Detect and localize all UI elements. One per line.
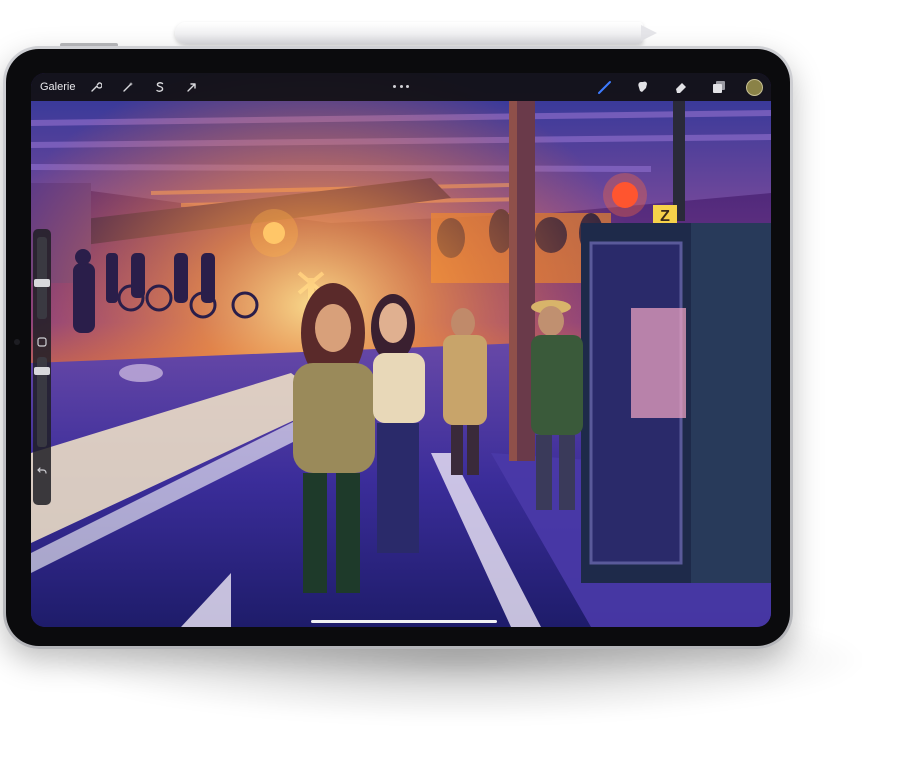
selection-icon[interactable]	[149, 76, 171, 98]
apple-pencil	[175, 22, 657, 44]
top-toolbar: Galerie	[31, 73, 771, 101]
brush-size-thumb[interactable]	[34, 279, 50, 287]
left-sidebar	[33, 229, 51, 505]
wrench-icon[interactable]	[85, 76, 107, 98]
sign-letter: Z	[660, 208, 670, 225]
color-swatch[interactable]	[746, 78, 763, 96]
app-screen: Z Galerie	[31, 73, 771, 627]
right-toolbar	[594, 76, 763, 98]
ellipsis-icon[interactable]	[393, 81, 409, 91]
ipad-device: Z Galerie	[3, 46, 793, 649]
gallery-button[interactable]: Galerie	[40, 81, 75, 93]
transform-arrow-icon[interactable]	[181, 76, 203, 98]
ipad-bezel: Z Galerie	[6, 49, 790, 646]
eraser-icon[interactable]	[670, 76, 692, 98]
brush-icon[interactable]	[594, 76, 616, 98]
home-indicator[interactable]	[311, 620, 497, 623]
pencil-tip	[641, 25, 657, 41]
front-camera	[14, 339, 20, 345]
brush-size-slider[interactable]	[37, 237, 47, 319]
opacity-thumb[interactable]	[34, 367, 50, 375]
layers-icon[interactable]	[708, 76, 730, 98]
magic-wand-icon[interactable]	[117, 76, 139, 98]
modify-square-icon[interactable]	[36, 336, 48, 348]
artwork-canvas[interactable]: Z	[31, 73, 771, 627]
undo-icon[interactable]	[36, 465, 48, 477]
smudge-icon[interactable]	[632, 76, 654, 98]
